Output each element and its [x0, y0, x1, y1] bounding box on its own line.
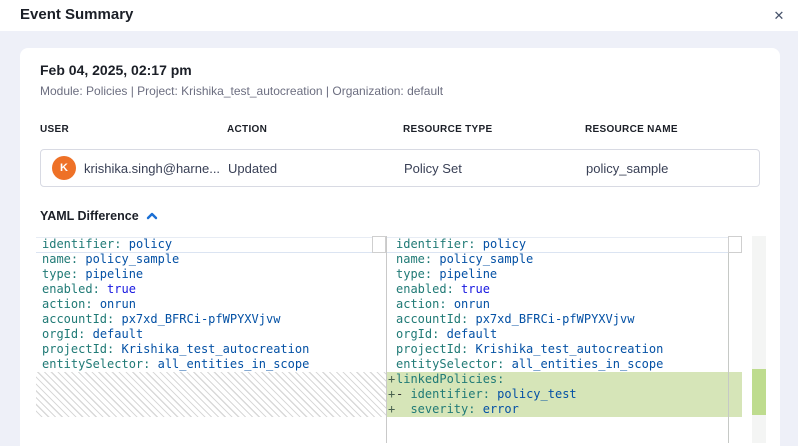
close-icon[interactable]: ✕ [766, 3, 792, 29]
avatar: K [52, 156, 76, 180]
yaml-line: enabled: true [36, 282, 386, 297]
action-cell: Updated [228, 161, 404, 176]
added-line-plus-marker: + [388, 372, 395, 387]
yaml-line: accountId: px7xd_BFRCi-pfWPYXVjvw [36, 312, 386, 327]
yaml-line: name: policy_sample [387, 252, 742, 267]
resource-name-cell: policy_sample [586, 161, 759, 176]
diff-right-pane[interactable]: identifier: policyname: policy_sampletyp… [387, 236, 742, 443]
yaml-line: action: onrun [36, 297, 386, 312]
yaml-line: identifier: policy [387, 237, 742, 252]
yaml-added-line: +linkedPolicies: [387, 372, 742, 387]
modal-header: Event Summary ✕ [0, 0, 798, 31]
yaml-line: projectId: Krishika_test_autocreation [36, 342, 386, 357]
column-header-resource-type: RESOURCE TYPE [403, 124, 585, 135]
event-meta: Module: Policies | Project: Krishika_tes… [40, 84, 760, 98]
user-cell: K krishika.singh@harne... [52, 156, 228, 180]
yaml-difference-toggle[interactable]: YAML Difference [40, 209, 180, 223]
yaml-line: projectId: Krishika_test_autocreation [387, 342, 742, 357]
overview-ruler [752, 236, 766, 443]
left-scrollbar-thumb[interactable] [372, 236, 386, 253]
added-lines-ruler-marker [752, 369, 766, 415]
yaml-line: identifier: policy [36, 237, 386, 252]
column-header-action: ACTION [227, 124, 403, 135]
resource-type-cell: Policy Set [404, 161, 586, 176]
right-pane-border [728, 236, 729, 443]
column-header-user: USER [40, 124, 227, 135]
yaml-line: entitySelector: all_entities_in_scope [387, 357, 742, 372]
yaml-added-line: +- identifier: policy_test [387, 387, 742, 402]
added-line-plus-marker: + [388, 402, 395, 417]
user-email: krishika.singh@harne... [84, 161, 220, 176]
yaml-line: accountId: px7xd_BFRCi-pfWPYXVjvw [387, 312, 742, 327]
yaml-difference-label: YAML Difference [40, 209, 139, 223]
missing-lines-hatch-placeholder [36, 372, 386, 417]
audit-table-header: USER ACTION RESOURCE TYPE RESOURCE NAME [40, 124, 760, 135]
chevron-up-icon[interactable] [146, 212, 158, 220]
yaml-line: type: pipeline [387, 267, 742, 282]
right-scrollbar-thumb[interactable] [728, 236, 742, 253]
yaml-added-line: + severity: error [387, 402, 742, 417]
yaml-diff-editor: identifier: policyname: policy_sampletyp… [36, 236, 766, 443]
diff-left-code: identifier: policyname: policy_sampletyp… [36, 236, 386, 417]
modal-title: Event Summary [20, 6, 133, 23]
added-line-plus-marker: + [388, 387, 395, 402]
diff-left-pane[interactable]: identifier: policyname: policy_sampletyp… [36, 236, 386, 443]
yaml-line: action: onrun [387, 297, 742, 312]
yaml-line: enabled: true [387, 282, 742, 297]
event-summary-card: Feb 04, 2025, 02:17 pm Module: Policies … [20, 48, 780, 446]
yaml-line: entitySelector: all_entities_in_scope [36, 357, 386, 372]
event-date: Feb 04, 2025, 02:17 pm [40, 62, 760, 78]
yaml-line: orgId: default [36, 327, 386, 342]
diff-right-code: identifier: policyname: policy_sampletyp… [387, 236, 742, 417]
diff-splitter[interactable] [386, 236, 387, 443]
table-row: K krishika.singh@harne... Updated Policy… [40, 149, 760, 187]
column-header-resource-name: RESOURCE NAME [585, 124, 760, 135]
yaml-line: orgId: default [387, 327, 742, 342]
yaml-line: name: policy_sample [36, 252, 386, 267]
yaml-line: type: pipeline [36, 267, 386, 282]
